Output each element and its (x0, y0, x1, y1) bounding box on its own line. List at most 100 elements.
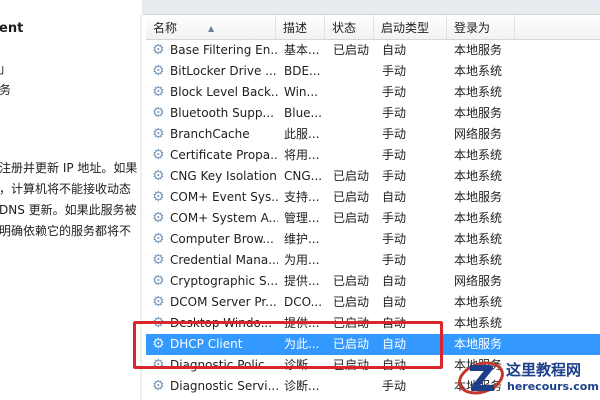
service-startup-type: 自动 (382, 337, 407, 351)
service-description: 为此... (284, 337, 320, 351)
column-header-name[interactable]: 名称 ▲ (146, 15, 276, 39)
gear-icon-glyph: ⚙ (152, 105, 165, 121)
service-status: 已启动 (333, 190, 370, 204)
column-header-description[interactable]: 描述 (276, 15, 325, 39)
gear-icon-glyph: ⚙ (152, 252, 165, 268)
service-status: 已启动 (333, 169, 370, 183)
gear-icon-glyph: ⚙ (152, 126, 165, 142)
table-row[interactable]: ⚙ Computer Brow... 维护... 手动 本地系统 (146, 229, 600, 250)
table-row[interactable]: ⚙ CNG Key Isolation CNG... 已启动 手动 本地系统 (146, 166, 600, 187)
service-name: Bluetooth Supp... (170, 106, 274, 120)
service-logon-as: 本地服务 (454, 190, 503, 204)
service-startup-type: 手动 (382, 169, 407, 183)
description-fragment-1: 」 (0, 62, 12, 76)
service-startup-type: 手动 (382, 85, 407, 99)
service-name: Certificate Propa... (170, 148, 278, 162)
service-name: Diagnostic Polic... (170, 358, 277, 372)
site-watermark: 这里教程网 herecours.com (456, 356, 600, 400)
column-header-startup-type[interactable]: 启动类型 (374, 15, 447, 39)
gear-icon: ⚙ (152, 103, 168, 124)
service-logon-as: 本地系统 (454, 64, 503, 78)
table-row[interactable]: ⚙ COM+ System A... 管理... 已启动 手动 本地系统 (146, 208, 600, 229)
table-row[interactable]: ⚙ DHCP Client 为此... 已启动 自动 本地服务 (146, 334, 600, 355)
service-logon-as: 本地系统 (454, 232, 503, 246)
service-description: 基本... (284, 43, 320, 57)
table-row[interactable]: ⚙ Block Level Back... Win... 手动 本地系统 (146, 82, 600, 103)
service-logon-as: 本地系统 (454, 316, 503, 330)
table-row[interactable]: ⚙ Desktop Windo... 提供... 已启动 自动 本地系统 (146, 313, 600, 334)
gear-icon: ⚙ (152, 292, 168, 313)
service-description: 提供... (284, 274, 320, 288)
service-status: 已启动 (333, 211, 370, 225)
service-status: 已启动 (333, 337, 370, 351)
table-row[interactable]: ⚙ Base Filtering En... 基本... 已启动 自动 本地服务 (146, 40, 600, 61)
table-row[interactable]: ⚙ COM+ Event Sys... 支持... 已启动 自动 本地服务 (146, 187, 600, 208)
gear-icon: ⚙ (152, 250, 168, 271)
service-logon-as: 本地系统 (454, 253, 503, 267)
service-startup-type: 手动 (382, 253, 407, 267)
service-name: Diagnostic Servi... (170, 379, 278, 393)
service-description: 维护... (284, 232, 320, 246)
service-status (333, 229, 379, 250)
service-logon-as: 本地服务 (454, 43, 503, 57)
service-startup-type: 手动 (382, 379, 407, 393)
services-list[interactable]: 名称 ▲ 描述 状态 启动类型 登录为 ⚙ Base Filtering En..… (146, 15, 600, 400)
service-description: 为用... (284, 253, 320, 267)
service-description: 支持... (284, 190, 320, 204)
service-description: Win... (284, 85, 318, 99)
gear-icon: ⚙ (152, 40, 168, 61)
gear-icon: ⚙ (152, 208, 168, 229)
table-row[interactable]: ⚙ Certificate Propa... 将用... 手动 本地系统 (146, 145, 600, 166)
service-name: Computer Brow... (170, 232, 274, 246)
service-startup-type: 手动 (382, 148, 407, 162)
gear-icon-glyph: ⚙ (152, 189, 165, 205)
service-startup-type: 手动 (382, 106, 407, 120)
gear-icon-glyph: ⚙ (152, 210, 165, 226)
service-logon-as: 本地系统 (454, 148, 503, 162)
table-row[interactable]: ⚙ Bluetooth Supp... Blue... 手动 本地服务 (146, 103, 600, 124)
service-logon-as: 本地系统 (454, 85, 503, 99)
service-name: BitLocker Drive ... (170, 64, 277, 78)
column-header-logon-as[interactable]: 登录为 (447, 15, 515, 39)
watermark-logo-icon (458, 361, 504, 395)
service-description: 提供... (284, 316, 320, 330)
gear-icon-glyph: ⚙ (152, 63, 165, 79)
gear-icon-glyph: ⚙ (152, 168, 165, 184)
gear-icon: ⚙ (152, 187, 168, 208)
sort-ascending-icon: ▲ (208, 24, 215, 33)
service-status: 已启动 (333, 358, 370, 372)
gear-icon-glyph: ⚙ (152, 357, 165, 373)
service-name: DCOM Server Pr... (170, 295, 277, 309)
service-logon-as: 本地系统 (454, 211, 503, 225)
service-title-fragment: ent (0, 21, 24, 36)
service-description: 此服... (284, 127, 320, 141)
service-logon-as: 网络服务 (454, 274, 503, 288)
gear-icon: ⚙ (152, 313, 168, 334)
table-row[interactable]: ⚙ BranchCache 此服... 手动 网络服务 (146, 124, 600, 145)
table-row[interactable]: ⚙ Cryptographic S... 提供... 已启动 自动 网络服务 (146, 271, 600, 292)
service-description: 将用... (284, 148, 320, 162)
service-name: BranchCache (170, 127, 250, 141)
service-logon-as: 网络服务 (454, 127, 503, 141)
column-header-status[interactable]: 状态 (325, 15, 374, 39)
service-startup-type: 手动 (382, 127, 407, 141)
gear-icon: ⚙ (152, 355, 168, 376)
service-description: DCO... (284, 295, 323, 309)
table-row[interactable]: ⚙ Credential Mana... 为用... 手动 本地系统 (146, 250, 600, 271)
service-startup-type: 自动 (382, 295, 407, 309)
watermark-text-cn: 这里教程网 (506, 361, 582, 379)
gear-icon-glyph: ⚙ (152, 336, 165, 352)
table-row[interactable]: ⚙ BitLocker Drive ... BDE... 手动 本地系统 (146, 61, 600, 82)
gear-icon-glyph: ⚙ (152, 84, 165, 100)
gear-icon-glyph: ⚙ (152, 231, 165, 247)
gear-icon: ⚙ (152, 376, 168, 397)
gear-icon: ⚙ (152, 166, 168, 187)
service-status (333, 82, 379, 103)
service-status (333, 376, 379, 397)
top-toolbar-strip (142, 0, 600, 15)
service-status (333, 103, 379, 124)
service-name: COM+ Event Sys... (170, 190, 278, 204)
service-startup-type: 自动 (382, 358, 407, 372)
service-name: Desktop Windo... (170, 316, 273, 330)
table-row[interactable]: ⚙ DCOM Server Pr... DCO... 已启动 自动 本地系统 (146, 292, 600, 313)
